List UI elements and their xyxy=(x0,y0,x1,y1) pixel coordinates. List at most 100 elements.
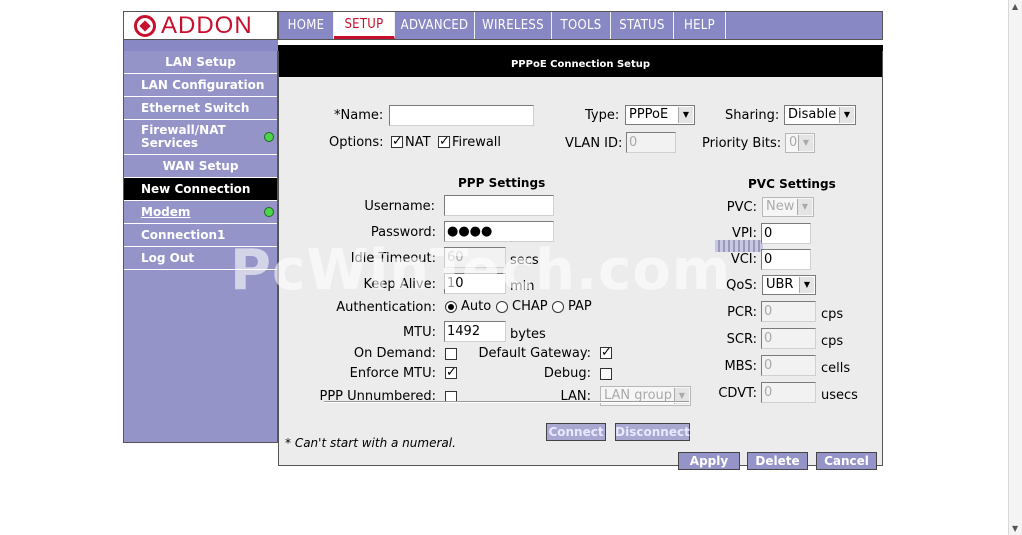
debug-checkbox[interactable] xyxy=(600,368,612,380)
tab-status[interactable]: STATUS xyxy=(611,12,674,39)
vpi-label: VPI: xyxy=(732,226,757,241)
delete-button[interactable]: Delete xyxy=(747,452,808,470)
vpi-field[interactable]: 0 xyxy=(761,223,811,244)
type-label: Type: xyxy=(585,108,620,123)
apply-button[interactable]: Apply xyxy=(678,452,740,470)
chevron-down-icon: ▼ xyxy=(799,277,814,293)
nat-checkbox[interactable]: ✓ xyxy=(391,135,403,148)
form-divider xyxy=(324,401,689,403)
nat-label: NAT xyxy=(405,135,431,150)
scroll-up-icon[interactable]: ▲ xyxy=(1012,2,1018,11)
connect-button[interactable]: Connect xyxy=(546,423,606,441)
tab-help[interactable]: HELP xyxy=(674,12,726,39)
pvc-select-value: New xyxy=(766,199,795,214)
priority-bits-value: 0 xyxy=(789,135,798,150)
cdvt-label: CDVT: xyxy=(718,386,757,401)
name-label: *Name: xyxy=(334,108,384,123)
priority-bits-select[interactable]: 0 ▼ xyxy=(785,133,815,153)
auth-chap-label: CHAP xyxy=(512,299,548,314)
scr-field[interactable]: 0 xyxy=(761,328,816,349)
debug-label: Debug: xyxy=(543,366,591,381)
auth-pap-label: PAP xyxy=(568,299,592,314)
tab-home[interactable]: HOME xyxy=(279,12,334,39)
pvc-label: PVC: xyxy=(726,200,757,215)
auth-pap-radio[interactable] xyxy=(552,301,564,313)
priority-bits-label: Priority Bits: xyxy=(702,136,782,151)
chevron-down-icon: ▼ xyxy=(678,107,693,123)
sidebar-item-ethernet-switch[interactable]: Ethernet Switch xyxy=(124,97,277,120)
keep-alive-field[interactable]: 10 xyxy=(444,273,506,294)
idle-timeout-label: Idle Timeout: xyxy=(350,251,436,266)
default-gateway-checkbox[interactable]: ✓ xyxy=(600,346,612,359)
logo: ADDON xyxy=(123,11,278,40)
top-navigation: HOME SETUP ADVANCED WIRELESS TOOLS STATU… xyxy=(278,11,883,40)
vertical-scrollbar[interactable]: ▲ ▼ xyxy=(1008,0,1022,535)
tab-tools[interactable]: TOOLS xyxy=(552,12,611,39)
pcr-unit: cps xyxy=(821,307,844,322)
enforce-mtu-checkbox[interactable]: ✓ xyxy=(445,366,457,379)
password-label: Password: xyxy=(370,225,436,240)
sharing-select[interactable]: Disable ▼ xyxy=(784,105,856,125)
sidebar-item-label: Firewall/NAT Services xyxy=(141,123,226,150)
pvc-settings-title: PVC Settings xyxy=(748,177,836,191)
cdvt-unit: usecs xyxy=(821,388,858,403)
sidebar-item-firewall-nat[interactable]: Firewall/NAT Services xyxy=(124,120,277,155)
pvc-select[interactable]: New ▼ xyxy=(762,197,814,217)
lan-group-select[interactable]: LAN group 1 ▼ xyxy=(600,386,691,406)
sidebar-item-modem[interactable]: Modem xyxy=(124,201,277,224)
router-admin-frame: ADDON HOME SETUP ADVANCED WIRELESS TOOLS… xyxy=(123,11,883,470)
vci-label: VCI: xyxy=(730,252,757,267)
auth-chap-radio[interactable] xyxy=(496,301,508,313)
keep-alive-unit: min xyxy=(510,279,535,294)
username-label: Username: xyxy=(364,199,435,214)
pcr-field[interactable]: 0 xyxy=(761,301,816,322)
tab-setup[interactable]: SETUP xyxy=(334,12,395,39)
mtu-unit: bytes xyxy=(510,327,546,342)
sidebar-item-log-out[interactable]: Log Out xyxy=(124,247,277,270)
type-select-value: PPPoE xyxy=(629,107,669,122)
scroll-down-icon[interactable]: ▼ xyxy=(1012,524,1018,533)
keep-alive-label: Keep Alive: xyxy=(363,277,436,292)
password-field[interactable]: ●●●● xyxy=(444,221,554,242)
page-title: PPPoE Connection Setup xyxy=(279,51,882,77)
qos-label: QoS: xyxy=(726,278,757,293)
type-select[interactable]: PPPoE ▼ xyxy=(625,105,695,125)
disconnect-button[interactable]: Disconnect xyxy=(615,423,690,441)
scr-unit: cps xyxy=(821,334,844,349)
mbs-field[interactable]: 0 xyxy=(761,355,816,376)
sidebar-item-connection1[interactable]: Connection1 xyxy=(124,224,277,247)
pcr-label: PCR: xyxy=(727,305,757,320)
mbs-unit: cells xyxy=(821,361,851,376)
sharing-select-value: Disable xyxy=(788,107,837,122)
enforce-mtu-label: Enforce MTU: xyxy=(349,366,436,381)
qos-select[interactable]: UBR ▼ xyxy=(762,275,816,295)
sidebar-item-new-connection[interactable]: New Connection xyxy=(124,178,277,201)
vlan-id-field[interactable]: 0 xyxy=(626,132,676,153)
tab-advanced[interactable]: ADVANCED xyxy=(395,12,475,39)
logo-text: ADDON xyxy=(161,11,253,39)
authentication-label: Authentication: xyxy=(336,300,436,315)
on-demand-checkbox[interactable] xyxy=(445,348,457,360)
sidebar-item-label: Modem xyxy=(141,205,191,219)
cancel-button[interactable]: Cancel xyxy=(816,452,877,470)
mtu-label: MTU: xyxy=(402,325,436,340)
sidebar-item-lan-configuration[interactable]: LAN Configuration xyxy=(124,74,277,97)
header-divider xyxy=(123,40,883,51)
firewall-checkbox[interactable]: ✓ xyxy=(438,135,450,148)
on-demand-label: On Demand: xyxy=(353,346,436,361)
sidebar: LAN Setup LAN Configuration Ethernet Swi… xyxy=(123,51,278,443)
mbs-label: MBS: xyxy=(724,359,757,374)
chevron-down-icon: ▼ xyxy=(797,199,812,215)
auth-auto-radio[interactable] xyxy=(445,301,457,313)
mtu-field[interactable]: 1492 xyxy=(444,321,506,342)
default-gateway-label: Default Gateway: xyxy=(478,346,592,361)
vci-field[interactable]: 0 xyxy=(761,249,811,270)
footnote: * Can't start with a numeral. xyxy=(285,436,456,450)
name-field[interactable] xyxy=(389,105,534,126)
main-content: PPPoE Connection Setup *Name: Type: PPPo… xyxy=(278,51,883,470)
username-value-obscured xyxy=(715,240,763,252)
username-field[interactable] xyxy=(444,195,554,216)
cdvt-field[interactable]: 0 xyxy=(761,382,816,403)
idle-timeout-field[interactable]: 60 xyxy=(444,247,506,268)
tab-wireless[interactable]: WIRELESS xyxy=(475,12,552,39)
